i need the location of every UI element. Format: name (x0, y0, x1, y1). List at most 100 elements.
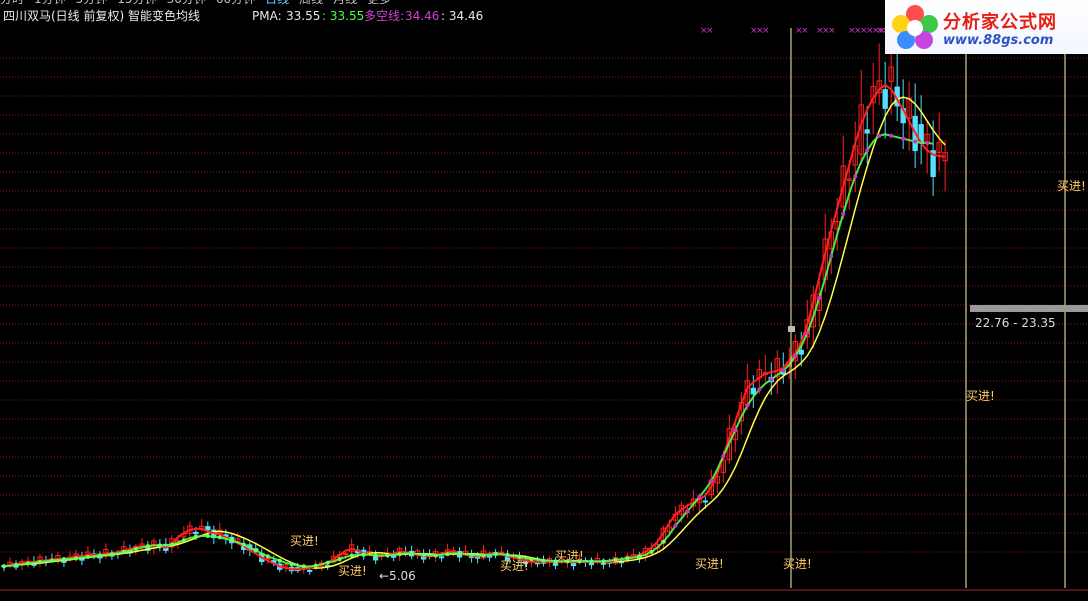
duokong-dot (469, 552, 474, 557)
duokong-dot (601, 559, 606, 564)
duokong-dot (73, 556, 78, 561)
duokong-value: 34.46 (405, 9, 440, 23)
duokong-dot (133, 547, 138, 551)
pma-line (3, 83, 946, 571)
duokong-dot (421, 552, 426, 557)
duokong-dot (817, 296, 822, 301)
buy-signal-label: 买进! (695, 557, 724, 571)
duokong-dot (637, 554, 642, 559)
duokong-dot (37, 560, 42, 565)
duokong-dot (769, 377, 774, 382)
duokong-dot (205, 533, 210, 538)
duokong-dot (649, 549, 654, 554)
duokong-dot (277, 558, 282, 563)
duokong-dot (805, 330, 810, 335)
duokong-dot (901, 136, 906, 141)
buy-signal-label: 买进! (783, 557, 812, 571)
kline-chart[interactable]: ×××××××××××××××××× 买进!买进!买进!买进!买进!买进!买进!… (0, 0, 1088, 601)
duokong-dot (865, 148, 870, 153)
duokong-dot (721, 454, 726, 459)
duokong-dot (193, 534, 198, 539)
duokong-dot (169, 542, 174, 547)
low-price-label: ←5.06 (379, 569, 416, 583)
duokong-dot (25, 561, 30, 566)
candle-body (205, 526, 211, 531)
duokong-dot (925, 141, 930, 145)
candle-body (498, 551, 505, 554)
indicator-lines (3, 83, 946, 571)
duokong-dot (841, 212, 846, 217)
candle-body (343, 553, 349, 556)
candle-body (798, 349, 804, 355)
pma-label: PMA: (252, 9, 282, 23)
duokong-dot (673, 523, 678, 528)
duokong-dot (445, 552, 450, 557)
duokong-dot (457, 551, 462, 556)
duokong-dot (2, 564, 6, 569)
duokong-dot (109, 552, 114, 557)
duokong-dot (265, 554, 270, 559)
buy-signal-label: 买进! (966, 389, 995, 403)
candle-body (864, 129, 870, 134)
candle-body (882, 89, 888, 109)
duokong-dot (13, 562, 18, 567)
duokong-dot (745, 403, 750, 408)
extra-value: : 34.46 (441, 9, 484, 23)
duokong-dot (229, 538, 234, 543)
duokong-dot (325, 560, 330, 565)
range-label: 22.76 - 23.35 (975, 316, 1056, 330)
buy-signal-label: 买进! (500, 559, 529, 573)
duokong-dot (85, 554, 90, 559)
duokong-dot (793, 354, 798, 359)
duokong-dot (529, 557, 534, 562)
duokong-dot (481, 553, 486, 558)
stock-title: 四川双马(日线 前复权) 智能变色均线 (3, 9, 200, 23)
buy-signal-label: 买进! (1057, 179, 1086, 193)
candle-body (307, 569, 313, 572)
duokong-dot (589, 559, 594, 564)
candle-body (486, 555, 493, 558)
duokong-dot (733, 428, 738, 433)
site-logo: 分析家公式网 www.88gs.com (885, 0, 1088, 54)
duokong-dot (781, 368, 786, 373)
signal-x-marker: × (706, 26, 714, 36)
flower-icon (892, 5, 938, 49)
duokong-dot (625, 556, 630, 561)
duokong-dot (541, 558, 546, 563)
price-range-band (970, 305, 1088, 312)
duokong-dot (685, 509, 690, 514)
duokong-dot (145, 544, 150, 549)
duokong-dot (661, 539, 666, 544)
candle-body (193, 531, 199, 535)
duokong-dot (385, 553, 390, 558)
duokong-dot (493, 552, 498, 557)
duokong-dot (709, 478, 714, 483)
duokong-dot (61, 557, 66, 562)
duokong-dot (505, 552, 510, 557)
duokong-dot (361, 552, 366, 557)
duokong-dot (157, 543, 162, 548)
signal-markers: ×××××××××××××××××× (700, 26, 890, 36)
duokong-dot (97, 553, 102, 558)
candlestick-series (1, 43, 948, 575)
candle-body (750, 387, 756, 395)
duokong-dot (697, 494, 702, 499)
duokong-dot (877, 133, 882, 138)
candle-body (702, 500, 709, 503)
duokong-dot (241, 542, 246, 547)
buy-signal-label: 买进! (290, 534, 319, 548)
duokong-dot (409, 551, 414, 556)
cursor-handle (788, 326, 795, 332)
logo-url: www.88gs.com (943, 33, 1054, 48)
duokong-dot (289, 562, 294, 567)
duokong-dot (913, 139, 918, 144)
duokong-dot (337, 557, 342, 562)
duokong-dot (253, 548, 258, 553)
duokong-dot (853, 174, 858, 179)
duokong-dot (397, 552, 402, 557)
duokong-dot (301, 564, 306, 569)
candle-body (570, 563, 577, 567)
duokong-dot (121, 549, 126, 554)
duokong-dot (49, 558, 54, 563)
duokong-dot (373, 553, 378, 558)
